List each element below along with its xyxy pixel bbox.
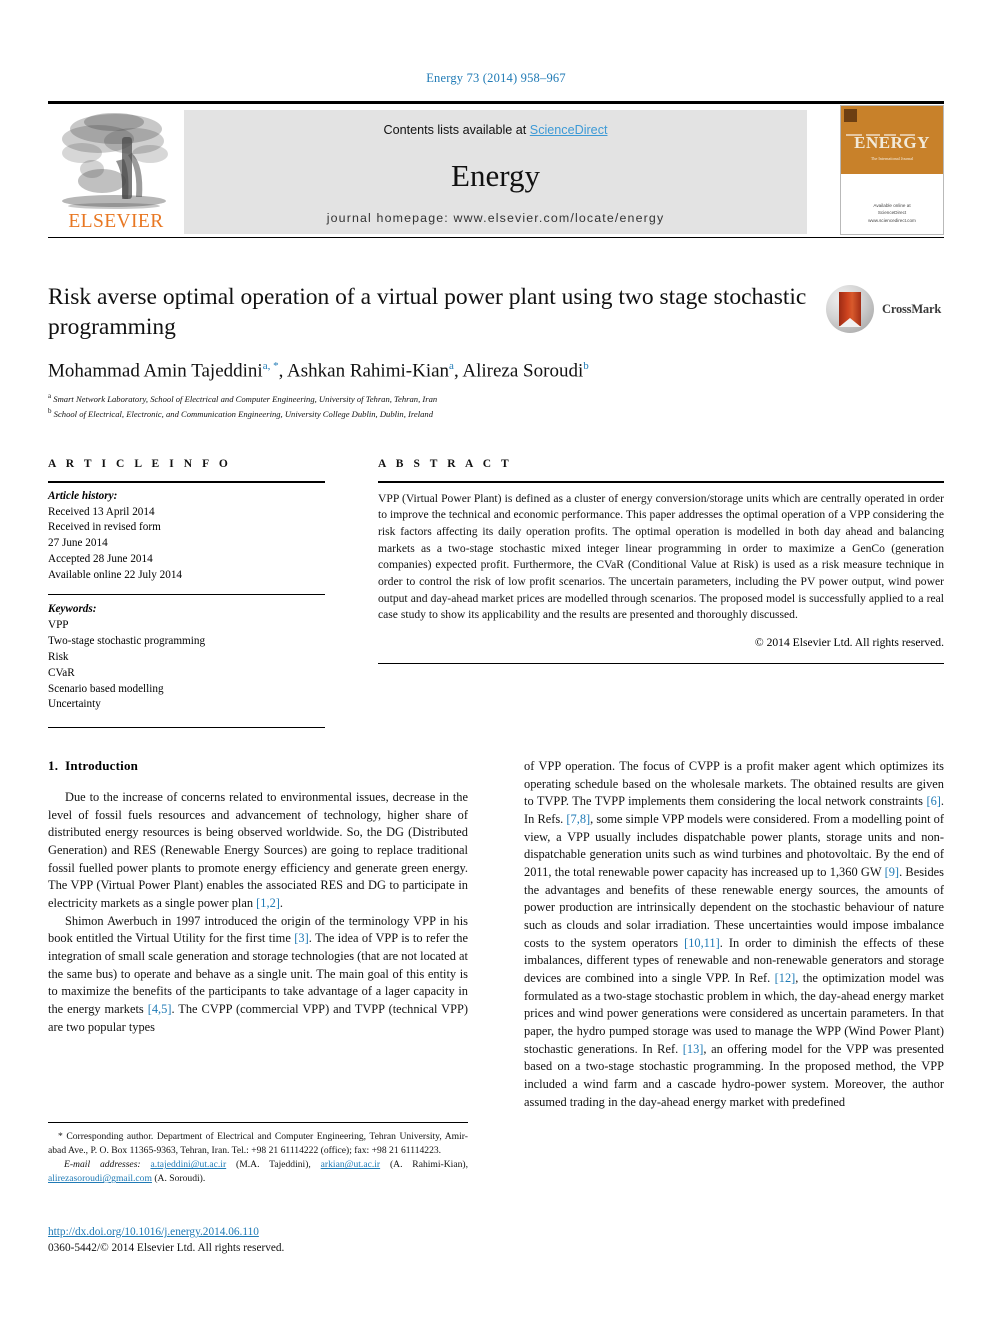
cover-footer: Available online at ScienceDirect www.sc…	[841, 202, 943, 225]
author-name: Alireza Soroudi	[462, 360, 584, 382]
abstract-copyright: © 2014 Elsevier Ltd. All rights reserved…	[754, 635, 944, 649]
abstract-rule	[378, 481, 944, 483]
email-link[interactable]: arkian@ut.ac.ir	[321, 1159, 380, 1170]
corresponding-author-note: * Corresponding author. Department of El…	[48, 1131, 468, 1156]
history-item: Accepted 28 June 2014	[48, 553, 153, 566]
abstract-heading: A B S T R A C T	[378, 458, 513, 470]
footnote-block: * Corresponding author. Department of El…	[48, 1122, 468, 1186]
contents-prefix: Contents lists available at	[383, 123, 530, 137]
keyword-item: CVaR	[48, 666, 75, 679]
email-label: E-mail addresses:	[64, 1159, 141, 1171]
journal-title: Energy	[451, 158, 540, 193]
elsevier-tree-icon	[62, 113, 168, 209]
journal-homepage-line[interactable]: journal homepage: www.elsevier.com/locat…	[184, 211, 807, 225]
author-list: Mohammad Amin Tajeddinia, *, Ashkan Rahi…	[48, 359, 589, 382]
cover-title: ENERGY	[854, 133, 930, 152]
running-head: Energy 73 (2014) 958–967	[426, 71, 566, 85]
history-item: Received in revised form	[48, 521, 161, 534]
article-info-column: A R T I C L E I N F O Article history: R…	[48, 458, 325, 729]
sciencedirect-link[interactable]: ScienceDirect	[530, 123, 608, 137]
author-name: Ashkan Rahimi-Kian	[287, 360, 450, 382]
cover-footer-line2: ScienceDirect	[877, 210, 907, 216]
email-link[interactable]: a.tajeddini@ut.ac.ir	[150, 1159, 226, 1170]
masthead-top-rule	[48, 101, 944, 104]
paragraph: Due to the increase of concerns related …	[48, 790, 468, 911]
section-number: 1.	[48, 758, 59, 773]
affiliation-text: School of Electrical, Electronic, and Co…	[53, 409, 433, 420]
contents-available-line: Contents lists available at ScienceDirec…	[184, 123, 807, 137]
body-column-left: 1. Introduction Due to the increase of co…	[48, 758, 468, 1036]
affiliation-mark: a	[48, 392, 52, 401]
paragraph: Shimon Awerbuch in 1997 introduced the o…	[48, 913, 469, 1034]
paragraph: of VPP operation. The focus of CVPP is a…	[524, 759, 945, 1109]
history-item: Received 13 April 2014	[48, 505, 155, 518]
page-title: Risk averse optimal operation of a virtu…	[48, 284, 807, 340]
keyword-item: Two-stage stochastic programming	[48, 634, 206, 647]
email-owner: (M.A. Tajeddini),	[236, 1159, 311, 1171]
article-history: Article history: Received 13 April 2014 …	[48, 489, 325, 584]
crossmark-book-shape	[839, 292, 861, 327]
elsevier-wordmark: ELSEVIER	[68, 211, 164, 232]
keyword-list: Keywords: VPP Two-stage stochastic progr…	[48, 602, 325, 713]
affiliation-text: Smart Network Laboratory, School of Elec…	[53, 393, 438, 404]
keyword-item: Scenario based modelling	[48, 682, 164, 695]
body-column-right: of VPP operation. The focus of CVPP is a…	[524, 758, 944, 1111]
article-history-label: Article history:	[48, 489, 118, 502]
author-marks: a, *	[262, 359, 279, 372]
title-block: Risk averse optimal operation of a virtu…	[48, 283, 944, 421]
affiliation-item: a Smart Network Laboratory, School of El…	[48, 391, 944, 406]
keyword-item: Uncertainty	[48, 698, 101, 711]
keywords-top-rule	[48, 594, 325, 596]
cover-tagline: The International Journal	[870, 156, 914, 161]
keyword-item: VPP	[48, 618, 69, 631]
cover-publisher-mark	[844, 109, 857, 122]
article-info-heading: A R T I C L E I N F O	[48, 458, 232, 470]
author-name: Mohammad Amin Tajeddini	[48, 360, 263, 382]
paper-page: Energy 73 (2014) 958–967 ELSEVIER Conten…	[0, 0, 992, 1323]
cover-footer-line3: www.sciencedirect.com	[868, 218, 916, 224]
author-marks: b	[583, 359, 589, 372]
crossmark-badge[interactable]: CrossMark	[826, 285, 944, 335]
affiliation-mark: b	[48, 407, 52, 416]
doi-link[interactable]: http://dx.doi.org/10.1016/j.energy.2014.…	[48, 1226, 259, 1238]
keywords-bottom-rule	[48, 727, 325, 729]
keywords-label: Keywords:	[48, 603, 97, 616]
journal-banner: Contents lists available at ScienceDirec…	[184, 110, 807, 234]
history-item: 27 June 2014	[48, 537, 108, 550]
keyword-item: Risk	[48, 650, 69, 663]
author-marks: a	[449, 359, 454, 372]
crossmark-icon	[826, 285, 874, 333]
journal-cover-thumbnail: ENERGY The International Journal Availab…	[840, 105, 944, 235]
section-title: Introduction	[65, 758, 139, 773]
elsevier-logo: ELSEVIER	[50, 109, 180, 234]
email-owner: (A. Soroudi).	[154, 1173, 206, 1185]
email-addresses-note: E-mail addresses: a.tajeddini@ut.ac.ir (…	[48, 1158, 468, 1185]
abstract-text: VPP (Virtual Power Plant) is defined as …	[378, 491, 944, 622]
history-item: Available online 22 July 2014	[48, 569, 183, 582]
crossmark-label: CrossMark	[882, 302, 942, 316]
affiliation-item: b School of Electrical, Electronic, and …	[48, 406, 944, 421]
masthead-bottom-rule	[48, 236, 944, 238]
abstract-bottom-rule	[378, 662, 944, 664]
article-info-rule	[48, 481, 325, 483]
cover-footer-line1: Available online at	[873, 202, 911, 208]
email-link[interactable]: alirezasoroudi@gmail.com	[48, 1173, 152, 1184]
affiliation-list: a Smart Network Laboratory, School of El…	[48, 391, 944, 421]
cover-top-band: ENERGY The International Journal	[841, 106, 943, 174]
issn-copyright: 0360-5442/© 2014 Elsevier Ltd. All right…	[48, 1242, 285, 1254]
doi-block: http://dx.doi.org/10.1016/j.energy.2014.…	[48, 1222, 478, 1254]
section-heading: 1. Introduction	[48, 758, 468, 774]
email-owner: (A. Rahimi-Kian),	[389, 1159, 468, 1171]
journal-masthead: ELSEVIER Contents lists available at Sci…	[48, 101, 944, 238]
abstract-column: A B S T R A C T VPP (Virtual Power Plant…	[378, 458, 944, 664]
